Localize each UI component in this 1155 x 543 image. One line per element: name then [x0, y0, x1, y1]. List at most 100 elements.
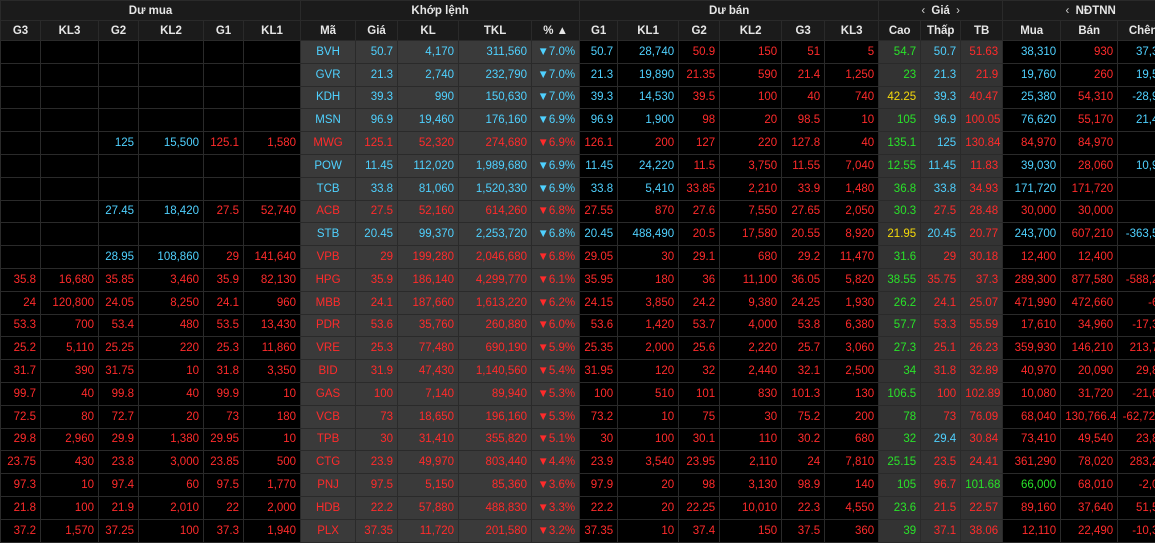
cell: 4,170 — [398, 41, 459, 64]
stock-row[interactable]: STB20.4599,3702,253,720▼6.8%20.45488,490… — [1, 223, 1155, 246]
stock-row[interactable]: TCB33.881,0601,520,330▼6.9%33.85,41033.8… — [1, 177, 1155, 200]
ndtnn-left-icon[interactable]: ‹ — [1063, 5, 1073, 17]
cell — [139, 223, 204, 246]
cell: 98 — [679, 474, 720, 497]
cell: 24.1 — [921, 291, 961, 314]
stock-row[interactable]: 12515,500125.11,580MWG125.152,320274,680… — [1, 132, 1155, 155]
cell: 171,720 — [1003, 177, 1061, 200]
cell: 81,060 — [398, 177, 459, 200]
cell: 6,380 — [825, 314, 879, 337]
symbol-cell[interactable]: VCB — [301, 405, 356, 428]
cell: 37.35 — [580, 519, 618, 542]
cell: 11.55 — [782, 154, 825, 177]
cell: 21.3 — [921, 63, 961, 86]
symbol-cell[interactable]: BID — [301, 360, 356, 383]
cell — [244, 109, 301, 132]
cell: 23,870 — [1118, 428, 1155, 451]
stock-row[interactable]: 28.95108,86029141,640VPB29199,2802,046,6… — [1, 246, 1155, 269]
cell: 960 — [244, 291, 301, 314]
col-header-0: G3 — [1, 21, 41, 41]
col-header-10[interactable]: % ▲ — [532, 21, 580, 41]
cell — [41, 132, 99, 155]
cell: 33.8 — [356, 177, 398, 200]
symbol-cell[interactable]: ACB — [301, 200, 356, 223]
cell: 10 — [618, 405, 679, 428]
stock-row[interactable]: 27.4518,42027.552,740ACB27.552,160614,26… — [1, 200, 1155, 223]
symbol-cell[interactable]: HPG — [301, 268, 356, 291]
symbol-cell[interactable]: GVR — [301, 63, 356, 86]
scroll-left-icon[interactable]: ‹ — [918, 5, 928, 17]
symbol-cell[interactable]: MBB — [301, 291, 356, 314]
cell: 40 — [139, 382, 204, 405]
symbol-cell[interactable]: PLX — [301, 519, 356, 542]
cell: 110 — [720, 428, 782, 451]
cell: 24.15 — [580, 291, 618, 314]
cell: 20 — [720, 109, 782, 132]
scroll-right-icon[interactable]: › — [953, 5, 963, 17]
stock-row[interactable]: POW11.45112,0201,989,680▼6.9%11.4524,220… — [1, 154, 1155, 177]
cell: 2,110 — [720, 451, 782, 474]
cell: 150 — [720, 519, 782, 542]
cell: ▼5.3% — [532, 382, 580, 405]
stock-row[interactable]: BVH50.74,170311,560▼7.0%50.728,74050.915… — [1, 41, 1155, 64]
cell: 171,720 — [1061, 177, 1118, 200]
cell: 28,740 — [618, 41, 679, 64]
cell: 220 — [720, 132, 782, 155]
cell — [1, 223, 41, 246]
cell — [139, 177, 204, 200]
symbol-cell[interactable]: MSN — [301, 109, 356, 132]
symbol-cell[interactable]: PNJ — [301, 474, 356, 497]
stock-row[interactable]: 53.370053.448053.513,430PDR53.635,760260… — [1, 314, 1155, 337]
cell: 30,000 — [1003, 200, 1061, 223]
stock-row[interactable]: GVR21.32,740232,790▼7.0%21.319,89021.355… — [1, 63, 1155, 86]
symbol-cell[interactable]: GAS — [301, 382, 356, 405]
symbol-cell[interactable]: PDR — [301, 314, 356, 337]
stock-row[interactable]: 29.82,96029.91,38029.9510TPB3031,410355,… — [1, 428, 1155, 451]
stock-row[interactable]: 23.7543023.83,00023.85500CTG23.949,97080… — [1, 451, 1155, 474]
symbol-cell[interactable]: HDB — [301, 496, 356, 519]
symbol-cell[interactable]: STB — [301, 223, 356, 246]
stock-row[interactable]: 25.25,11025.2522025.311,860VRE25.377,480… — [1, 337, 1155, 360]
cell: 25.6 — [679, 337, 720, 360]
stock-row[interactable]: MSN96.919,460176,160▼6.9%96.91,900982098… — [1, 109, 1155, 132]
stock-row[interactable]: 21.810021.92,010222,000HDB22.257,880488,… — [1, 496, 1155, 519]
symbol-cell[interactable]: POW — [301, 154, 356, 177]
stock-row[interactable]: 37.21,57037.2510037.31,940PLX37.3511,720… — [1, 519, 1155, 542]
col-header-13: G2 — [679, 21, 720, 41]
stock-row[interactable]: 24120,80024.058,25024.1960MBB24.1187,660… — [1, 291, 1155, 314]
cell: 37.25 — [99, 519, 139, 542]
stock-row[interactable]: 31.739031.751031.83,350BID31.947,4301,14… — [1, 360, 1155, 383]
cell: 180 — [618, 268, 679, 291]
cell: 130 — [825, 382, 879, 405]
cell: 80 — [41, 405, 99, 428]
stock-row[interactable]: 72.58072.72073180VCB7318,650196,160▼5.3%… — [1, 405, 1155, 428]
cell: 23.8 — [99, 451, 139, 474]
symbol-cell[interactable]: MWG — [301, 132, 356, 155]
stock-row[interactable]: 99.74099.84099.910GAS1007,14089,940▼5.3%… — [1, 382, 1155, 405]
symbol-cell[interactable]: TCB — [301, 177, 356, 200]
cell: 38.06 — [961, 519, 1003, 542]
cell: 127.8 — [782, 132, 825, 155]
stock-row[interactable]: 35.816,68035.853,46035.982,130HPG35.9186… — [1, 268, 1155, 291]
symbol-cell[interactable]: VPB — [301, 246, 356, 269]
symbol-cell[interactable]: BVH — [301, 41, 356, 64]
symbol-cell[interactable]: VRE — [301, 337, 356, 360]
cell: 77,480 — [398, 337, 459, 360]
symbol-cell[interactable]: KDH — [301, 86, 356, 109]
cell: 3,850 — [618, 291, 679, 314]
cell: 22.2 — [356, 496, 398, 519]
stock-row[interactable]: KDH39.3990150,630▼7.0%39.314,53039.51004… — [1, 86, 1155, 109]
cell: 274,680 — [459, 132, 532, 155]
symbol-cell[interactable]: CTG — [301, 451, 356, 474]
cell: ▼3.6% — [532, 474, 580, 497]
cell: 930 — [1061, 41, 1118, 64]
cell: 355,820 — [459, 428, 532, 451]
stock-row[interactable]: 97.31097.46097.51,770PNJ97.55,15085,360▼… — [1, 474, 1155, 497]
cell: ▼6.9% — [532, 177, 580, 200]
cell — [244, 154, 301, 177]
cell: 30.3 — [879, 200, 921, 223]
cell: 30 — [720, 405, 782, 428]
cell: 28.48 — [961, 200, 1003, 223]
symbol-cell[interactable]: TPB — [301, 428, 356, 451]
cell: 21.3 — [580, 63, 618, 86]
